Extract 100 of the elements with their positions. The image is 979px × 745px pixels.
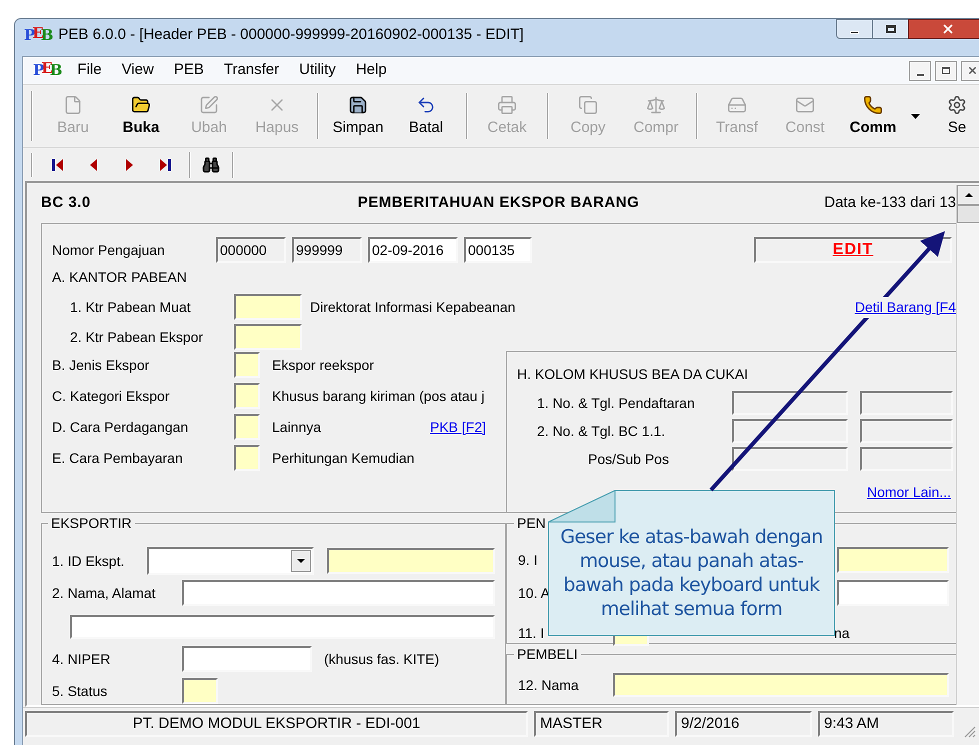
- text-field[interactable]: [234, 352, 260, 378]
- minimize-icon: [850, 30, 859, 34]
- scale-icon: [646, 95, 666, 115]
- status-pane: MASTER: [534, 711, 669, 737]
- group-title: PEMBELI: [516, 645, 579, 664]
- field-description: Direktorat Informasi Kepabeanan: [310, 298, 516, 317]
- field-description: Perhitungan Kemudian: [272, 448, 414, 468]
- field-description: Khusus barang kiriman (pos atau j: [272, 386, 484, 406]
- link[interactable]: Detil Barang [F4: [854, 296, 956, 318]
- resize-grip-icon: [964, 726, 976, 738]
- form-title: PEMBERITAHUAN EKSPOR BARANG: [356, 192, 640, 213]
- scrollbar[interactable]: [956, 185, 979, 705]
- menu-item[interactable]: File: [67, 59, 112, 82]
- toolbar-button[interactable]: Comm: [839, 88, 907, 144]
- field-label: 12. Nama: [518, 676, 580, 694]
- settings-icon: [947, 95, 967, 115]
- text-field[interactable]: [234, 294, 302, 320]
- field-note: (khusus fas. KITE): [324, 650, 440, 669]
- field-label: 2. No. & Tgl. BC 1.1.: [536, 422, 666, 441]
- skip-end-icon: [160, 158, 170, 170]
- text-field[interactable]: [613, 673, 949, 697]
- folder-icon: [131, 95, 151, 115]
- minimize-icon: [916, 74, 924, 76]
- maximize-button[interactable]: [873, 19, 908, 39]
- text-field[interactable]: [182, 646, 312, 672]
- form-code: BC 3.0: [41, 192, 92, 213]
- app-logo: PEB: [33, 63, 60, 78]
- drive-icon: [727, 95, 747, 115]
- status-pane: 9/2/2016: [675, 711, 812, 737]
- close-icon: [941, 22, 955, 36]
- printer-icon: [497, 95, 517, 115]
- minimize-button[interactable]: [836, 19, 873, 39]
- dropdown-button[interactable]: [291, 550, 311, 572]
- phone-icon: [863, 95, 883, 115]
- caret-icon: [964, 193, 972, 197]
- hint-text: Geser ke atas-bawah dengan mouse, atau panah atas-bawah pada keyboard untuk melihat semua form: [559, 525, 824, 621]
- scroll-up-button[interactable]: [957, 185, 979, 205]
- text-field[interactable]: [234, 414, 260, 440]
- field-description: Ekspor reekspor: [272, 356, 374, 375]
- toolbar-button[interactable]: Simpan: [324, 88, 392, 144]
- toolbar-button[interactable]: Batal: [392, 88, 460, 144]
- minimize-button[interactable]: [909, 60, 931, 80]
- status-pane: PT. DEMO MODUL EKSPORTIR - EDI-001: [25, 711, 528, 737]
- field-label: C. Kategori Ekspor: [52, 386, 170, 406]
- pencil-icon: [199, 95, 219, 115]
- close-button[interactable]: [961, 60, 979, 80]
- field-description: na: [834, 624, 850, 642]
- caret-icon: [297, 559, 305, 563]
- text-field[interactable]: [837, 547, 949, 573]
- field-label: Pos/Sub Pos: [587, 450, 670, 468]
- close-button[interactable]: [908, 19, 979, 39]
- text-field[interactable]: [732, 391, 848, 415]
- group-title: PEN: [516, 514, 547, 533]
- menu-item[interactable]: View: [112, 59, 164, 82]
- field-label: B. Jenis Ekspor: [52, 356, 150, 375]
- text-field[interactable]: [732, 447, 848, 471]
- menu-item[interactable]: Transfer: [214, 59, 290, 82]
- skip-start-icon: [52, 158, 62, 170]
- field-label: Nomor Pengajuan: [52, 240, 166, 260]
- text-field[interactable]: [860, 419, 953, 443]
- toolbar-button[interactable]: Buka: [107, 88, 175, 144]
- app-logo: PEB: [24, 28, 50, 42]
- text-field[interactable]: [234, 383, 260, 409]
- caret-icon: [910, 114, 920, 118]
- restore-button[interactable]: [935, 60, 957, 80]
- menu-item[interactable]: Utility: [289, 59, 346, 82]
- field-label: 2. Ktr Pabean Ekspor: [70, 328, 204, 347]
- restore-icon: [942, 67, 950, 74]
- text-field[interactable]: [182, 580, 495, 606]
- file-icon: [63, 95, 83, 115]
- triangle-left-icon: [90, 158, 96, 170]
- dropdown-field[interactable]: [147, 547, 314, 575]
- text-field[interactable]: [860, 447, 953, 471]
- text-field[interactable]: [732, 419, 848, 443]
- scroll-thumb[interactable]: [957, 205, 979, 223]
- text-field[interactable]: [837, 580, 949, 606]
- mode-indicator: EDIT: [754, 237, 952, 263]
- text-field[interactable]: 02-09-2016: [368, 237, 458, 263]
- field-label: 1. Ktr Pabean Muat: [70, 298, 192, 316]
- field-label: 1. No. & Tgl. Pendaftaran: [536, 394, 696, 413]
- field-label: 11. I: [518, 624, 544, 640]
- binoculars-icon: [202, 156, 220, 174]
- group-title: EKSPORTIR: [50, 514, 133, 533]
- text-field[interactable]: [860, 391, 953, 415]
- menu-item[interactable]: Help: [346, 59, 397, 82]
- status-pane: 9:43 AM: [818, 711, 954, 737]
- envelope-icon: [795, 95, 815, 115]
- close-icon: [966, 65, 978, 76]
- menu-item[interactable]: PEB: [164, 59, 214, 82]
- text-field[interactable]: [234, 445, 260, 471]
- undo-icon: [416, 95, 436, 115]
- section-heading: A. KANTOR PABEAN: [52, 268, 187, 286]
- text-field[interactable]: [234, 324, 302, 350]
- window-title: PEB 6.0.0 - [Header PEB - 000000-999999-20160902-000135 - EDIT]: [58, 24, 524, 45]
- save-icon: [348, 95, 368, 115]
- text-field[interactable]: [70, 615, 495, 639]
- text-field[interactable]: [182, 678, 218, 704]
- text-field[interactable]: 000135: [464, 237, 532, 263]
- toolbar-button[interactable]: Se: [923, 88, 979, 144]
- text-field[interactable]: [327, 548, 495, 574]
